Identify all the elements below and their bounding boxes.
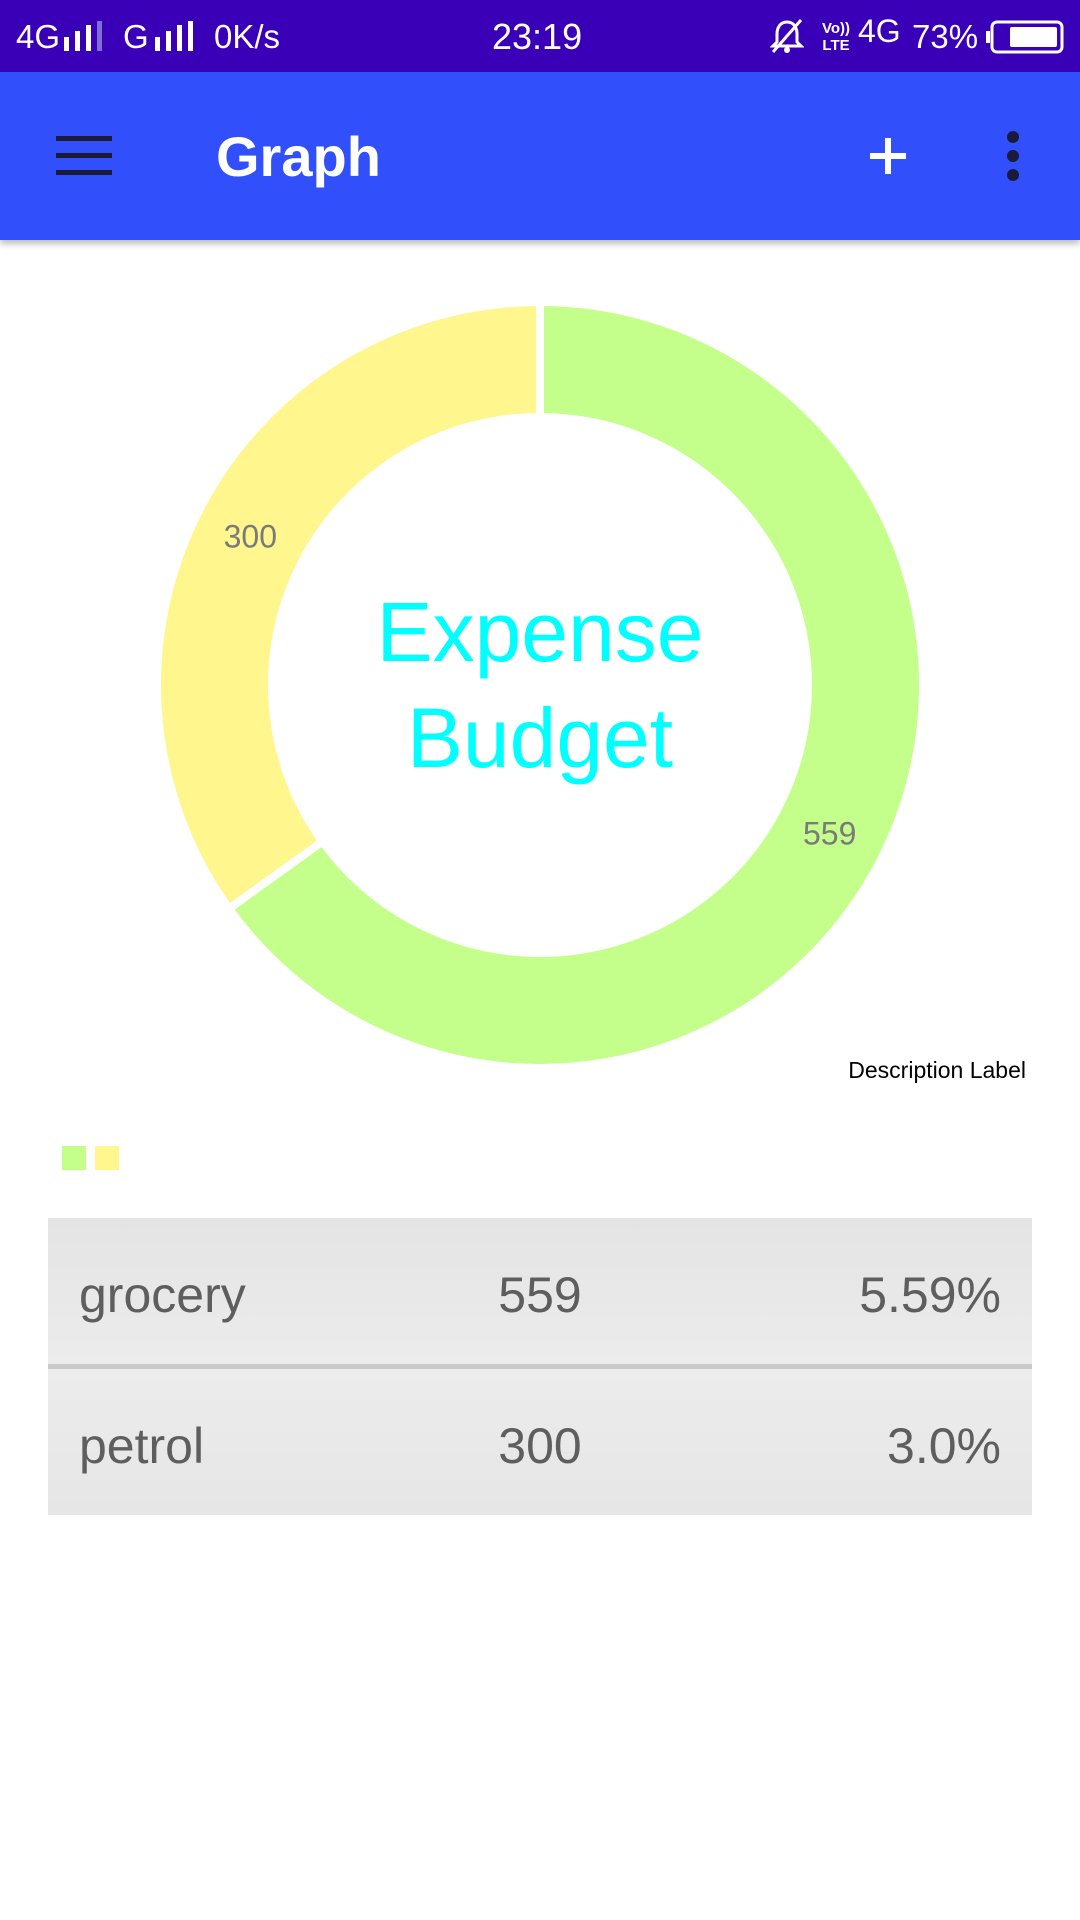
legend-swatch-grocery bbox=[62, 1146, 86, 1170]
slice-value-label: 300 bbox=[224, 519, 277, 555]
page-title: Graph bbox=[216, 125, 381, 188]
signal-icon bbox=[64, 21, 102, 51]
clock: 23:19 bbox=[492, 16, 583, 57]
mute-notifications-icon bbox=[770, 19, 804, 53]
row-amount: 300 bbox=[498, 1418, 582, 1474]
donut-center-text: Expense bbox=[377, 585, 704, 679]
app-bar: Graph bbox=[0, 72, 1080, 240]
row-percent: 5.59% bbox=[859, 1267, 1001, 1323]
table-row[interactable]: grocery 559 5.59% bbox=[48, 1218, 1032, 1364]
expense-table: grocery 559 5.59% petrol 300 3.0% bbox=[48, 1218, 1032, 1515]
slice-value-label: 559 bbox=[803, 815, 856, 851]
network-speed: 0K/s bbox=[214, 18, 281, 55]
network-type-label-2: G bbox=[123, 18, 149, 55]
volte-label: Vo)) LTE bbox=[821, 20, 851, 54]
donut-center-text: Budget bbox=[407, 691, 673, 785]
menu-icon[interactable] bbox=[56, 134, 112, 178]
network-type-label-3: 4G bbox=[858, 13, 901, 49]
battery-icon bbox=[986, 20, 1064, 54]
chart-legend bbox=[62, 1146, 119, 1170]
network-type-label: 4G bbox=[16, 18, 61, 55]
row-percent: 3.0% bbox=[887, 1418, 1001, 1474]
chart-description-label: Description Label bbox=[848, 1057, 1026, 1083]
status-bar: 4G G 0K/s 23:19 Vo)) LTE 4G 73% bbox=[0, 0, 1080, 72]
add-icon[interactable] bbox=[870, 138, 906, 174]
expense-donut-chart[interactable]: 559 300 Expense Budget bbox=[0, 240, 1080, 1120]
table-row[interactable]: petrol 300 3.0% bbox=[48, 1364, 1032, 1515]
legend-swatch-petrol bbox=[95, 1146, 119, 1170]
signal-icon-2 bbox=[155, 21, 193, 51]
battery-percent: 73% bbox=[912, 18, 979, 55]
more-vert-icon[interactable] bbox=[1002, 131, 1024, 181]
